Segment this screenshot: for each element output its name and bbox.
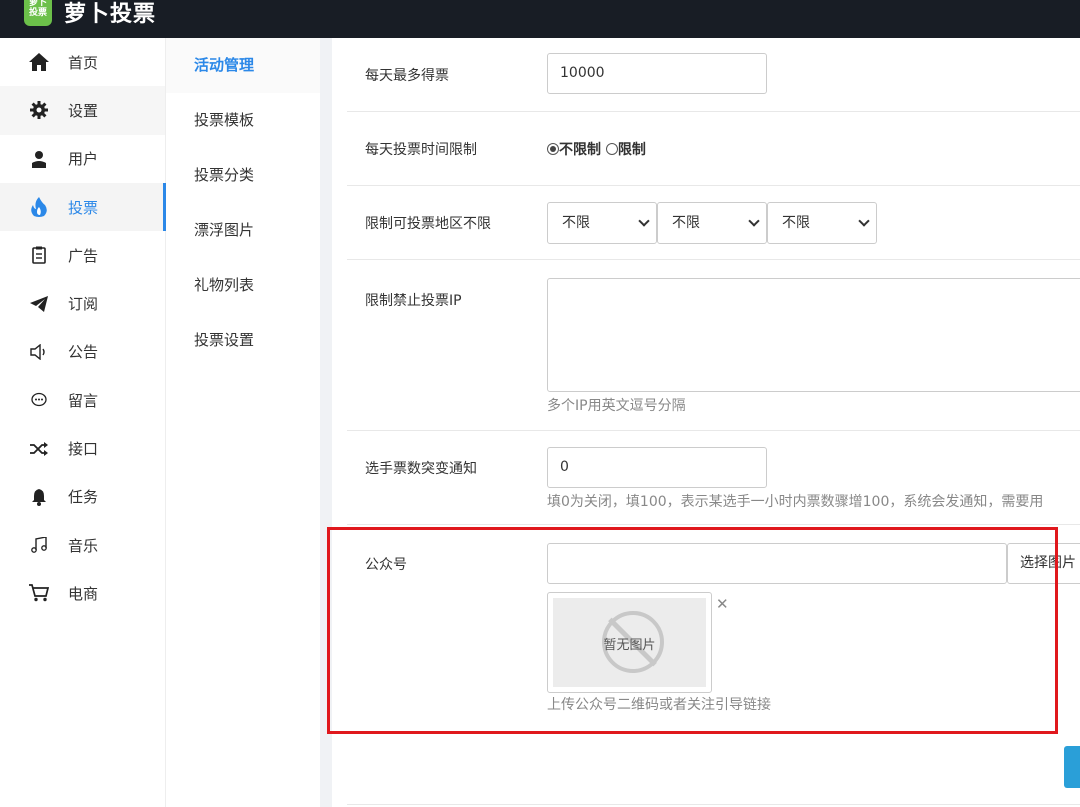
radio-unlimited-dot[interactable] xyxy=(547,143,559,155)
radio-limited[interactable]: 限制 xyxy=(605,142,646,158)
sidebar-item-api[interactable]: 接口 xyxy=(0,424,165,472)
shuffle-icon xyxy=(28,438,50,460)
banned-ip-help: 多个IP用英文逗号分隔 xyxy=(547,398,686,414)
sidebar-item-home[interactable]: 首页 xyxy=(0,38,165,86)
max-votes-input[interactable]: 10000 xyxy=(547,53,767,94)
settings-form: 每天最多得票 10000 每天投票时间限制 不限制 限制 限制可投票地区不限 不… xyxy=(327,38,1080,807)
divider xyxy=(347,804,1080,805)
surge-notice-help: 填0为关闭，填100，表示某选手一小时内票数骤增100，系统会发通知，需要用 xyxy=(547,494,1044,510)
subnav-item-vote-category[interactable]: 投票分类 xyxy=(166,148,320,203)
sidebar-item-users[interactable]: 用户 xyxy=(0,135,165,183)
main-sidebar: 首页 设置 用户 投票 广告 订阅 公告 留言 接口 任务 音乐 电商 xyxy=(0,38,166,807)
radio-unlimited[interactable]: 不限制 xyxy=(547,142,601,158)
max-votes-label: 每天最多得票 xyxy=(365,68,449,84)
radio-limited-dot[interactable] xyxy=(605,143,618,155)
sidebar-item-notice[interactable]: 公告 xyxy=(0,328,165,376)
sidebar-item-vote[interactable]: 投票 xyxy=(0,182,166,232)
gear-icon xyxy=(28,99,50,121)
no-image-text: 暂无图片 xyxy=(603,638,656,653)
time-limit-radio-group: 不限制 限制 xyxy=(547,139,646,159)
form-row-time-limit: 每天投票时间限制 不限制 限制 xyxy=(347,112,1080,186)
subnav-item-vote-settings[interactable]: 投票设置 xyxy=(166,313,320,368)
app-title: 萝卜投票 xyxy=(64,2,157,27)
chat-icon xyxy=(28,389,50,411)
banned-ip-label: 限制禁止投票IP xyxy=(365,293,462,309)
form-row-max-votes: 每天最多得票 10000 xyxy=(347,38,1080,112)
surge-notice-label: 选手票数突变通知 xyxy=(365,461,477,477)
time-limit-label: 每天投票时间限制 xyxy=(365,142,477,158)
cart-icon xyxy=(28,582,50,604)
chevron-down-icon xyxy=(748,215,760,227)
subnav-item-activity-manage[interactable]: 活动管理 xyxy=(166,38,320,93)
sub-nav: 活动管理 投票模板 投票分类 漂浮图片 礼物列表 投票设置 xyxy=(166,38,320,807)
sidebar-item-settings[interactable]: 设置 xyxy=(0,86,165,135)
highlight-box xyxy=(327,527,1058,734)
form-row-surge-notice: 选手票数突变通知 0 填0为关闭，填100，表示某选手一小时内票数骤增100，系… xyxy=(347,431,1080,525)
sidebar-item-shop[interactable]: 电商 xyxy=(0,569,165,617)
bell-icon xyxy=(28,486,50,508)
region-label: 限制可投票地区不限 xyxy=(365,216,491,232)
sidebar-item-subscribe[interactable]: 订阅 xyxy=(0,279,165,327)
sidebar-item-ads[interactable]: 广告 xyxy=(0,231,165,279)
sidebar-item-music[interactable]: 音乐 xyxy=(0,521,165,569)
app-logo: 萝卜 投票 xyxy=(24,0,52,26)
chevron-down-icon xyxy=(858,215,870,227)
form-row-banned-ip: 限制禁止投票IP 多个IP用英文逗号分隔 xyxy=(347,260,1080,431)
paper-plane-icon xyxy=(28,293,50,315)
surge-notice-input[interactable]: 0 xyxy=(547,447,767,488)
submit-button[interactable] xyxy=(1064,746,1080,788)
subnav-item-vote-template[interactable]: 投票模板 xyxy=(166,93,320,148)
user-icon xyxy=(28,148,50,170)
music-icon xyxy=(28,534,50,556)
region-select-city[interactable]: 不限 xyxy=(657,202,767,244)
region-select-district[interactable]: 不限 xyxy=(767,202,877,244)
sidebar-item-tasks[interactable]: 任务 xyxy=(0,473,165,521)
sidebar-item-messages[interactable]: 留言 xyxy=(0,376,165,424)
subnav-item-gift-list[interactable]: 礼物列表 xyxy=(166,258,320,313)
banned-ip-textarea[interactable] xyxy=(547,278,1080,392)
fire-icon xyxy=(28,196,50,218)
region-select-province[interactable]: 不限 xyxy=(547,202,657,244)
clipboard-icon xyxy=(28,244,50,266)
chevron-down-icon xyxy=(638,215,650,227)
home-icon xyxy=(28,51,50,73)
speaker-icon xyxy=(28,341,50,363)
top-bar: 萝卜 投票 萝卜投票 xyxy=(0,0,1080,38)
subnav-item-floating-image[interactable]: 漂浮图片 xyxy=(166,203,320,258)
